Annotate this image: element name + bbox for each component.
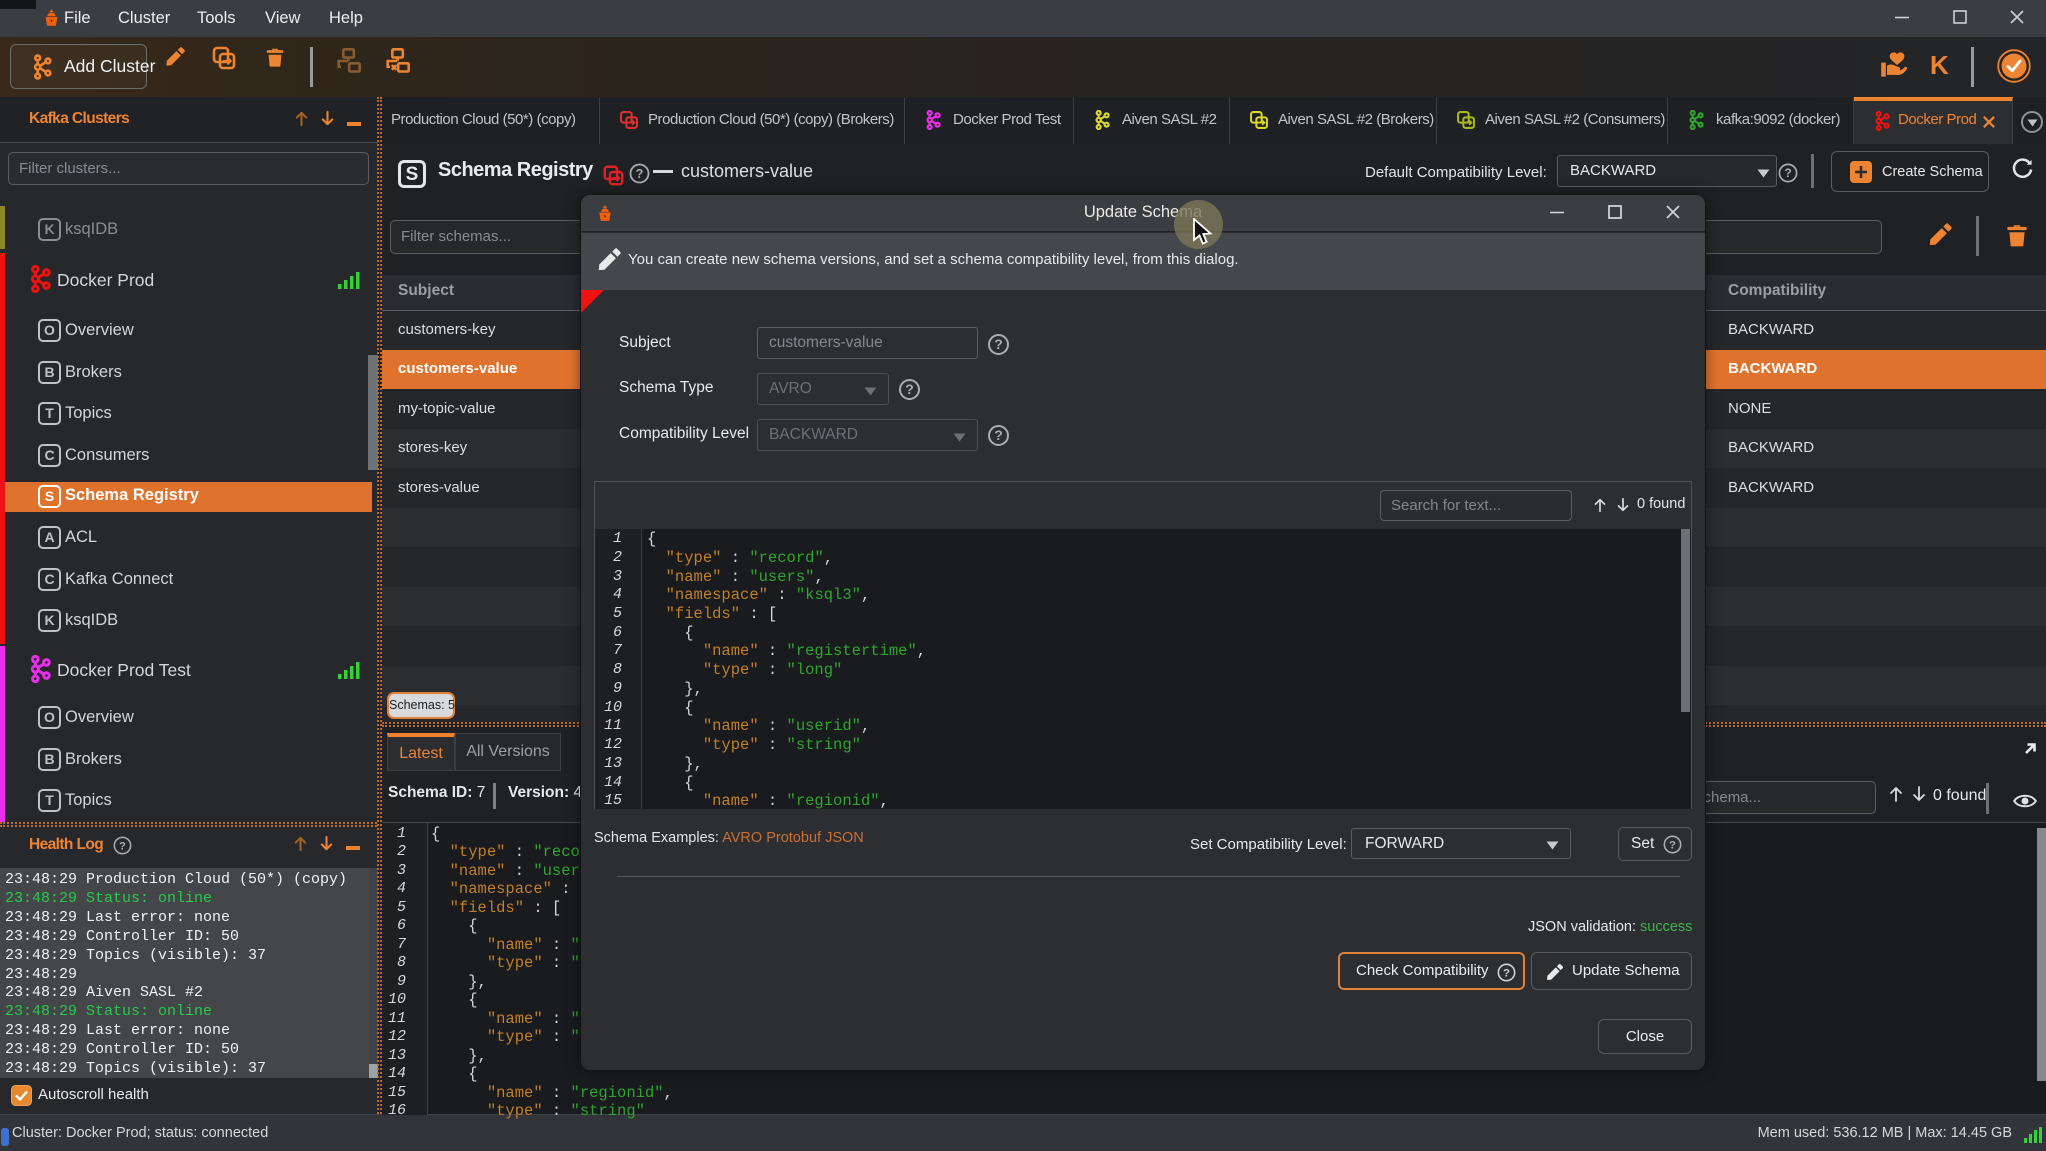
svg-text:?: ? [1669,839,1676,851]
svg-text:K: K [1930,51,1949,79]
svg-text:?: ? [1503,967,1510,979]
svg-text:?: ? [636,167,644,181]
svg-text:?: ? [119,840,126,852]
svg-text:?: ? [1784,166,1791,180]
